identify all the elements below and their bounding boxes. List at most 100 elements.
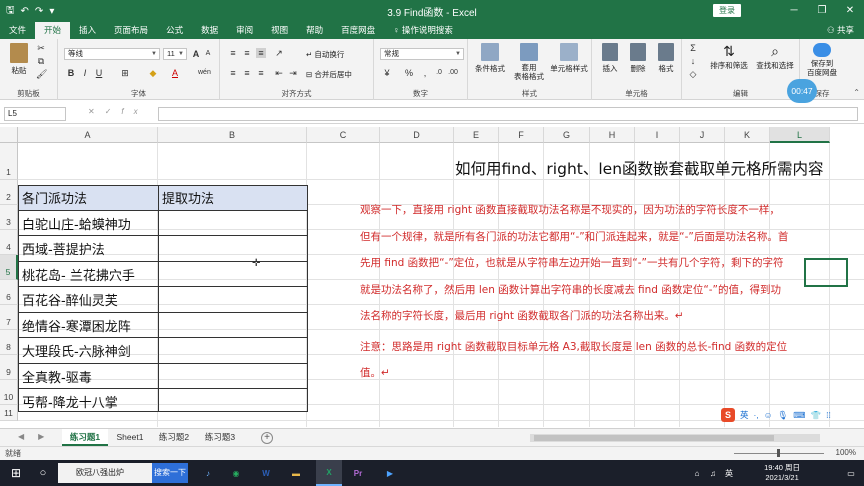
row-header-4[interactable]: 4 xyxy=(0,230,18,255)
insert-cells-button[interactable]: 插入 xyxy=(598,43,622,74)
browser-icon[interactable]: ◉ xyxy=(224,460,248,486)
table-cell-empty[interactable] xyxy=(159,364,307,389)
row-header-9[interactable]: 9 xyxy=(0,355,18,380)
volume-icon[interactable]: ♫ xyxy=(706,460,720,486)
wrap-text-button[interactable]: ↵ 自动换行 xyxy=(306,49,344,60)
delete-cells-button[interactable]: 删除 xyxy=(626,43,650,74)
ime-language[interactable]: 英 xyxy=(740,409,749,421)
table-cell-empty[interactable] xyxy=(159,211,307,236)
bold-button[interactable]: B xyxy=(66,68,76,78)
folder-icon[interactable]: ▬ xyxy=(284,460,308,486)
media-icon[interactable]: ▶ xyxy=(378,460,402,486)
paste-button[interactable]: 粘贴 xyxy=(6,43,32,76)
cut-icon[interactable]: ✂ xyxy=(36,43,46,53)
tab-view[interactable]: 视图 xyxy=(262,22,297,39)
table-cell-empty[interactable] xyxy=(159,313,307,338)
save-icon[interactable]: 🖫 xyxy=(6,3,15,20)
horizontal-scrollbar[interactable] xyxy=(530,434,820,442)
table-cell-empty[interactable] xyxy=(159,262,307,287)
login-button[interactable]: 登录 xyxy=(713,4,741,17)
font-size-select[interactable]: 11 ▼ xyxy=(163,48,187,60)
selected-cell-l5[interactable] xyxy=(804,258,848,287)
tab-home[interactable]: 开始 xyxy=(35,22,71,39)
column-header-l[interactable]: L xyxy=(770,127,830,143)
column-header-f[interactable]: F xyxy=(499,127,544,143)
tab-insert[interactable]: 插入 xyxy=(70,22,105,39)
minimize-button[interactable]: ─ xyxy=(780,0,808,22)
phonetic-button[interactable]: wén xyxy=(198,68,211,78)
decrease-decimal-icon[interactable]: .00 xyxy=(448,68,458,78)
tab-formulas[interactable]: 公式 xyxy=(157,22,192,39)
undo-icon[interactable]: ↶ xyxy=(21,6,29,17)
align-middle-icon[interactable]: ≡ xyxy=(242,48,252,58)
fill-color-icon[interactable]: ◆ xyxy=(148,68,158,78)
tab-help[interactable]: 帮助 xyxy=(297,22,332,39)
customize-icon[interactable]: ▾ xyxy=(49,6,54,17)
table-cell-empty[interactable] xyxy=(159,389,307,415)
table-cell[interactable]: 丐帮-降龙十八掌 xyxy=(19,389,158,415)
align-center-icon[interactable]: ≡ xyxy=(242,68,252,78)
clock[interactable]: 19:40 周日 2021/3/21 xyxy=(764,463,800,483)
italic-button[interactable]: I xyxy=(80,68,90,78)
skin-icon[interactable]: 👕 xyxy=(810,410,821,421)
comma-button[interactable]: , xyxy=(420,68,430,78)
font-color-icon[interactable]: A xyxy=(170,68,180,78)
table-cell-empty[interactable] xyxy=(159,236,307,262)
table-cell[interactable]: 西域-菩提护法 xyxy=(19,236,158,262)
align-top-icon[interactable]: ≡ xyxy=(228,48,238,58)
sort-filter-button[interactable]: ⇅ 排序和筛选 xyxy=(708,43,750,71)
clear-icon[interactable]: ◇ xyxy=(688,69,698,79)
search-icon[interactable]: ○ xyxy=(30,460,56,486)
column-header-b[interactable]: B xyxy=(158,127,307,143)
keyboard-icon[interactable]: ⌨ xyxy=(793,410,805,421)
conditional-format-button[interactable]: 条件格式 xyxy=(472,43,508,74)
cancel-icon[interactable]: ✕ xyxy=(88,107,105,116)
app-icon[interactable]: ♪ xyxy=(196,460,220,486)
formula-input[interactable] xyxy=(158,107,858,121)
copy-icon[interactable]: ⧉ xyxy=(36,56,46,66)
restore-button[interactable]: ❐ xyxy=(808,0,836,22)
save-baidu-button[interactable]: 保存到 百度网盘 xyxy=(802,43,842,77)
table-cell[interactable]: 全真教-驱毒 xyxy=(19,364,158,389)
decrease-indent-icon[interactable]: ⇤ xyxy=(274,68,284,78)
taskbar-search[interactable]: 欧冠八强出炉 搜索一下 xyxy=(58,463,188,483)
zoom-level[interactable]: 100% xyxy=(836,448,856,457)
percent-button[interactable]: % xyxy=(404,68,414,78)
grow-font-button[interactable]: A xyxy=(191,49,201,59)
column-header-g[interactable]: G xyxy=(544,127,590,143)
premiere-icon[interactable]: Pr xyxy=(346,460,370,486)
font-name-select[interactable]: 等线 ▼ xyxy=(64,48,160,60)
orientation-icon[interactable]: ↗ xyxy=(274,48,284,58)
column-header-k[interactable]: K xyxy=(725,127,770,143)
table-cell[interactable]: 大理段氏-六脉神剑 xyxy=(19,338,158,364)
align-left-icon[interactable]: ≡ xyxy=(228,68,238,78)
sheet-tab-练习题3[interactable]: 练习题3 xyxy=(198,429,242,446)
column-header-c[interactable]: C xyxy=(307,127,380,143)
sogou-icon[interactable]: S xyxy=(721,408,735,422)
sheet-tab-练习题2[interactable]: 练习题2 xyxy=(152,429,196,446)
excel-icon[interactable]: X xyxy=(316,460,342,486)
increase-indent-icon[interactable]: ⇥ xyxy=(288,68,298,78)
column-header-e[interactable]: E xyxy=(454,127,499,143)
row-header-1[interactable]: 1 xyxy=(0,143,18,180)
sheet-tab-练习题1[interactable]: 练习题1 xyxy=(62,429,108,446)
add-sheet-button[interactable]: + xyxy=(261,432,273,444)
next-sheet-icon[interactable]: ▶ xyxy=(38,432,58,441)
zoom-knob[interactable] xyxy=(777,449,780,457)
increase-decimal-icon[interactable]: .0 xyxy=(434,68,444,78)
merge-center-button[interactable]: ⊟ 合并后居中 xyxy=(306,69,352,80)
redo-icon[interactable]: ↷ xyxy=(35,6,43,17)
word-icon[interactable]: W xyxy=(254,460,278,486)
more-icon[interactable]: ⁞⁞ xyxy=(826,410,831,420)
fill-icon[interactable]: ↓ xyxy=(688,56,698,66)
fx-icon[interactable]: fx xyxy=(121,107,147,116)
prev-sheet-icon[interactable]: ◀ xyxy=(18,432,38,441)
format-table-button[interactable]: 套用 表格格式 xyxy=(510,43,548,81)
windows-start-icon[interactable]: ⊞ xyxy=(2,460,30,486)
format-painter-icon[interactable]: 🖌 xyxy=(36,69,47,79)
tab-review[interactable]: 审阅 xyxy=(227,22,262,39)
sheet-tab-sheet1[interactable]: Sheet1 xyxy=(110,429,150,446)
column-header-d[interactable]: D xyxy=(380,127,454,143)
borders-icon[interactable]: ⊞ xyxy=(120,68,130,78)
format-cells-button[interactable]: 格式 xyxy=(654,43,678,74)
